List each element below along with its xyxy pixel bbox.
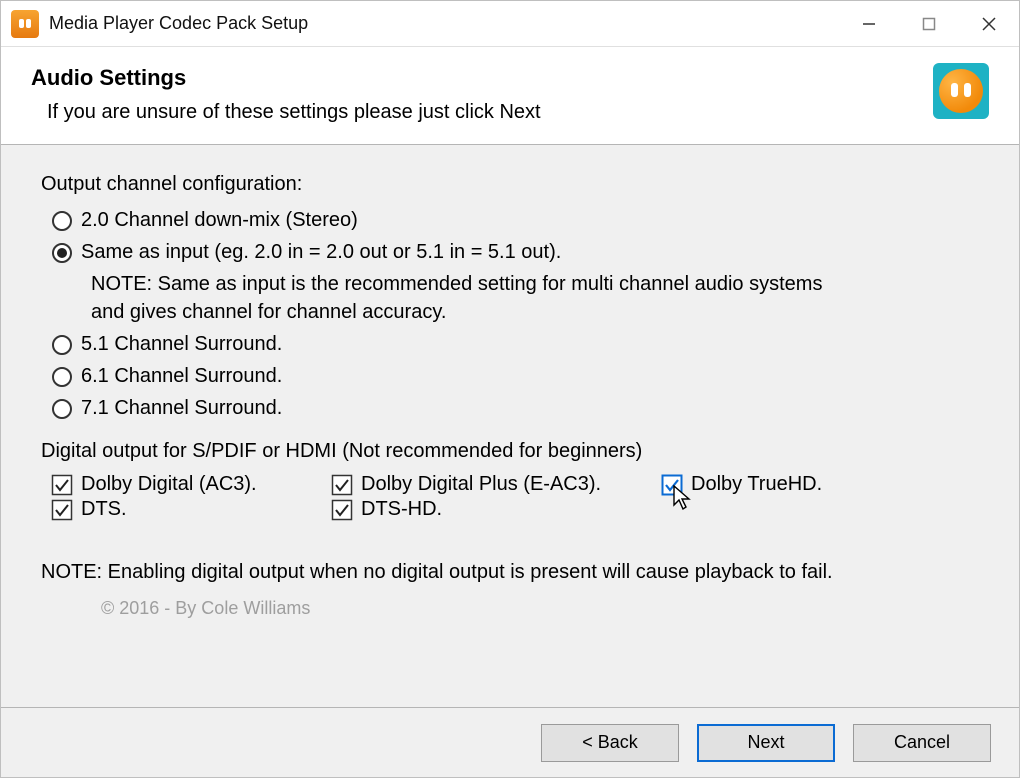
checkbox-label: DTS-HD.	[361, 498, 442, 521]
digital-check-grid: Dolby Digital (AC3). Dolby Digital Plus …	[51, 473, 979, 521]
radio-label: 7.1 Channel Surround.	[81, 394, 282, 422]
radio-label: 2.0 Channel down-mix (Stereo)	[81, 206, 358, 234]
output-section-label: Output channel configuration:	[41, 173, 979, 196]
checkbox-dts[interactable]: DTS.	[51, 498, 331, 521]
checkbox-icon	[331, 474, 353, 496]
checkbox-truehd[interactable]: Dolby TrueHD.	[661, 473, 911, 496]
installer-window: Media Player Codec Pack Setup Audio Sett…	[0, 0, 1020, 778]
next-button[interactable]: Next	[697, 724, 835, 762]
same-as-input-note-line2: and gives channel for channel accuracy.	[91, 298, 979, 326]
page-subtitle: If you are unsure of these settings plea…	[47, 101, 989, 124]
minimize-button[interactable]	[839, 1, 899, 46]
checkbox-icon	[51, 474, 73, 496]
checkbox-icon	[51, 499, 73, 521]
window-controls	[839, 1, 1019, 46]
checkbox-icon	[331, 499, 353, 521]
content-area: Output channel configuration: 2.0 Channe…	[1, 145, 1019, 629]
minimize-icon	[862, 17, 876, 31]
radio-icon	[51, 398, 73, 420]
checkbox-dtshd[interactable]: DTS-HD.	[331, 498, 661, 521]
checkbox-label: Dolby Digital (AC3).	[81, 473, 257, 496]
digital-section-label: Digital output for S/PDIF or HDMI (Not r…	[41, 440, 979, 463]
checkbox-label: DTS.	[81, 498, 127, 521]
digital-output-section: Digital output for S/PDIF or HDMI (Not r…	[41, 440, 979, 521]
maximize-button[interactable]	[899, 1, 959, 46]
maximize-icon	[922, 17, 936, 31]
titlebar: Media Player Codec Pack Setup	[1, 1, 1019, 47]
radio-label: Same as input (eg. 2.0 in = 2.0 out or 5…	[81, 238, 561, 266]
radio-label: 6.1 Channel Surround.	[81, 362, 282, 390]
app-icon	[11, 10, 39, 38]
radio-icon	[51, 366, 73, 388]
wizard-button-bar: < Back Next Cancel	[1, 707, 1019, 777]
back-button[interactable]: < Back	[541, 724, 679, 762]
product-logo	[933, 63, 989, 119]
bottom-warning-note: NOTE: Enabling digital output when no di…	[41, 561, 979, 584]
checkbox-ac3[interactable]: Dolby Digital (AC3).	[51, 473, 331, 496]
close-button[interactable]	[959, 1, 1019, 46]
radio-option-stereo[interactable]: 2.0 Channel down-mix (Stereo)	[51, 206, 979, 234]
radio-icon	[51, 210, 73, 232]
checkbox-icon	[661, 474, 683, 496]
checkbox-label: Dolby TrueHD.	[691, 473, 822, 496]
copyright-text: © 2016 - By Cole Williams	[101, 598, 979, 619]
header-panel: Audio Settings If you are unsure of thes…	[1, 47, 1019, 145]
close-icon	[981, 16, 997, 32]
cancel-button[interactable]: Cancel	[853, 724, 991, 762]
radio-icon	[51, 242, 73, 264]
checkbox-eac3[interactable]: Dolby Digital Plus (E-AC3).	[331, 473, 661, 496]
radio-label: 5.1 Channel Surround.	[81, 330, 282, 358]
radio-option-same-as-input[interactable]: Same as input (eg. 2.0 in = 2.0 out or 5…	[51, 238, 979, 266]
radio-option-7-1[interactable]: 7.1 Channel Surround.	[51, 394, 979, 422]
same-as-input-note-line1: NOTE: Same as input is the recommended s…	[91, 270, 979, 298]
radio-icon	[51, 334, 73, 356]
page-heading: Audio Settings	[31, 65, 989, 91]
checkbox-label: Dolby Digital Plus (E-AC3).	[361, 473, 601, 496]
window-title: Media Player Codec Pack Setup	[49, 13, 839, 34]
radio-option-6-1[interactable]: 6.1 Channel Surround.	[51, 362, 979, 390]
radio-option-5-1[interactable]: 5.1 Channel Surround.	[51, 330, 979, 358]
